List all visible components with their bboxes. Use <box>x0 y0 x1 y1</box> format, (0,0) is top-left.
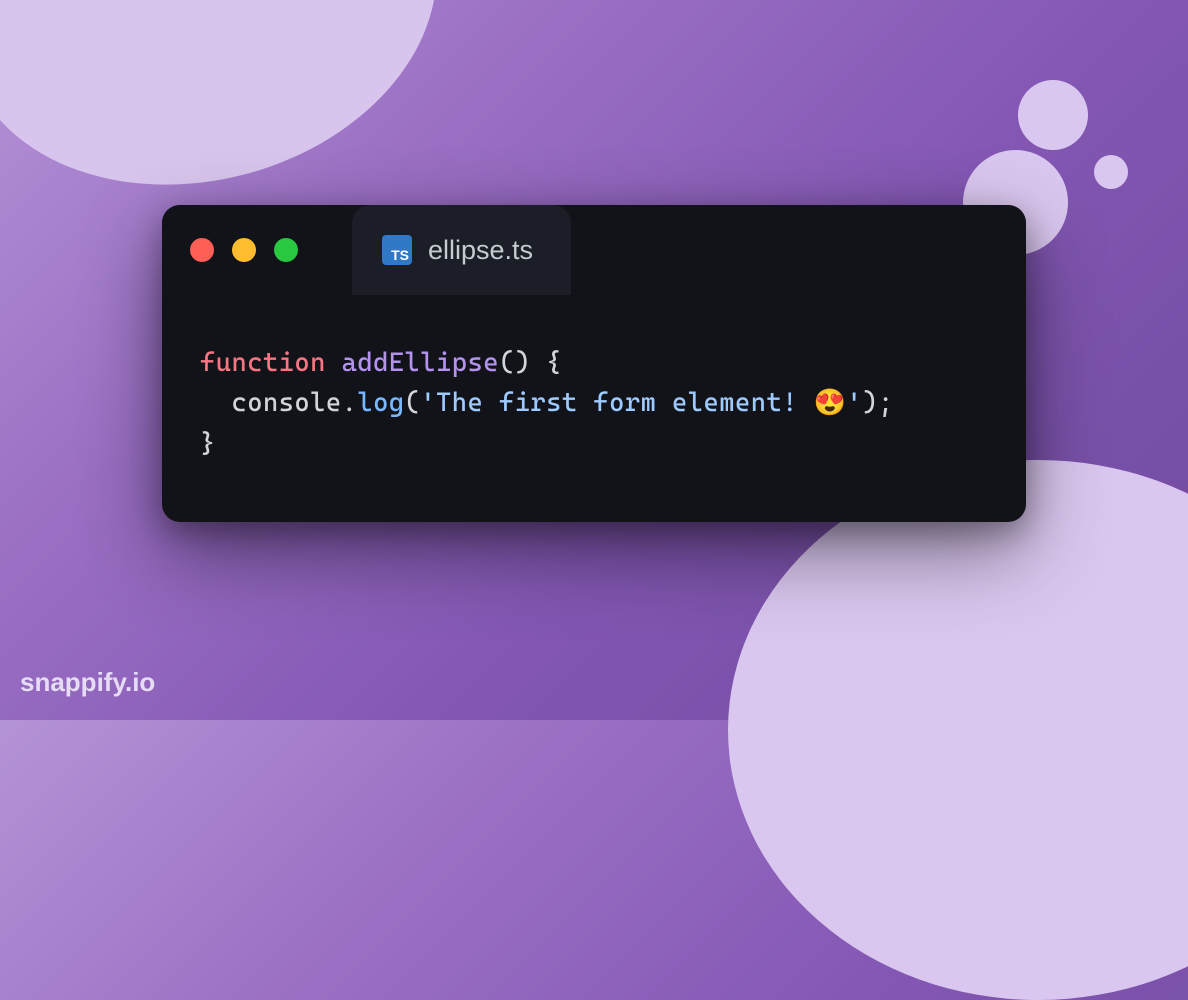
traffic-lights <box>190 238 298 262</box>
watermark: snappify.io <box>20 667 155 698</box>
code-window: TS ellipse.ts function addEllipse() { co… <box>162 205 1026 522</box>
typescript-icon: TS <box>382 235 412 265</box>
tab-filename: ellipse.ts <box>428 235 533 266</box>
code-line-1: function addEllipse() { <box>200 343 988 383</box>
code-line-3: } <box>200 424 988 464</box>
close-icon[interactable] <box>190 238 214 262</box>
log-method: log <box>357 388 404 418</box>
decorative-blob-top-left <box>0 0 478 236</box>
function-name: addEllipse <box>342 348 499 378</box>
string-literal: 'The first form element! 😍' <box>420 388 862 418</box>
window-header: TS ellipse.ts <box>162 205 1026 295</box>
decorative-circle-medium <box>1018 80 1088 150</box>
keyword-function: function <box>200 348 326 378</box>
decorative-blob-bottom-right <box>728 460 1188 1000</box>
file-tab[interactable]: TS ellipse.ts <box>352 205 571 295</box>
minimize-icon[interactable] <box>232 238 256 262</box>
code-line-2: console.log('The first form element! 😍')… <box>200 383 988 423</box>
decorative-circle-small <box>1094 155 1128 189</box>
console-object: console <box>231 388 341 418</box>
code-content: function addEllipse() { console.log('The… <box>162 295 1026 522</box>
maximize-icon[interactable] <box>274 238 298 262</box>
